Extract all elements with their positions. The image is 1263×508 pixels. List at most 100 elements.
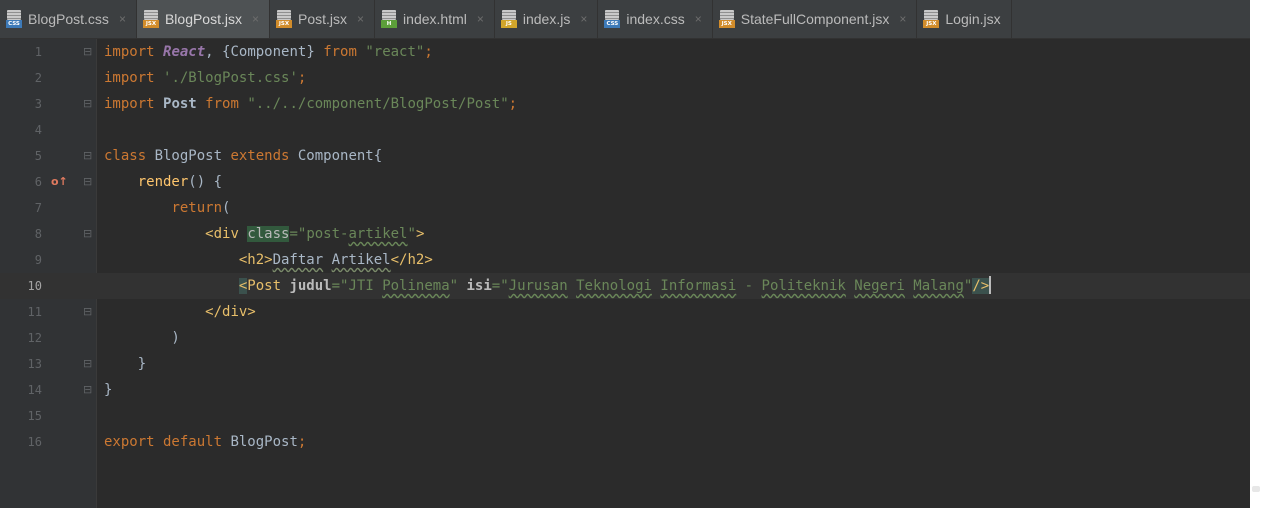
code-text: import React, {Component} from "react";	[104, 39, 433, 65]
code-token: Politeknik	[761, 278, 846, 294]
tab-label: index.html	[403, 11, 467, 27]
fold-icon[interactable]: ⊟	[83, 39, 92, 65]
code-token: "	[449, 278, 467, 294]
tab-label: index.css	[626, 11, 685, 27]
code-line[interactable]: 12 )	[0, 325, 1250, 351]
code-token: </h2>	[390, 252, 433, 268]
close-icon[interactable]: ×	[119, 12, 126, 26]
code-token: './BlogPost.css'	[163, 70, 298, 86]
code-token: )	[104, 330, 180, 346]
tab-label: BlogPost.css	[28, 11, 109, 27]
fold-icon[interactable]: ⊟	[83, 351, 92, 377]
file-type-icon: JS	[500, 10, 517, 28]
code-line[interactable]: 2 import './BlogPost.css';	[0, 65, 1250, 91]
code-token: ;	[297, 434, 307, 450]
fold-icon[interactable]: ⊟	[83, 91, 92, 117]
code-editor[interactable]: 1 ⊟ import React, {Component} from "react"…	[0, 39, 1250, 508]
tab-label: BlogPost.jsx	[164, 11, 242, 27]
code-line[interactable]: 14 ⊟}	[0, 377, 1250, 403]
code-token: />	[972, 278, 990, 294]
code-token: return	[171, 200, 223, 216]
code-token: Informasi	[660, 278, 737, 294]
code-text: <div class="post-artikel">	[104, 221, 424, 247]
close-icon[interactable]: ×	[695, 12, 702, 26]
code-line[interactable]: 10 <Post judul="JTI Polinema" isi="Jurus…	[0, 273, 1250, 299]
code-line[interactable]: 16 export default BlogPost;	[0, 429, 1250, 455]
code-token: ="JTI	[331, 278, 383, 294]
code-token: judul	[289, 278, 332, 294]
fold-icon[interactable]: ⊟	[83, 221, 92, 247]
tab-login-jsx[interactable]: JSX Login.jsx	[917, 0, 1012, 38]
code-text: <h2>Daftar Artikel</h2>	[104, 247, 433, 273]
code-line[interactable]: 6 o↑ ⊟ render() {	[0, 169, 1250, 195]
code-token: }	[104, 356, 147, 372]
file-type-icon: H	[381, 10, 398, 28]
code-line[interactable]: 15	[0, 403, 1250, 429]
fold-icon[interactable]: ⊟	[83, 377, 92, 403]
code-text: }	[104, 351, 146, 377]
line-number: 12	[27, 331, 42, 345]
code-token: "../../component/BlogPost/Post"	[247, 96, 509, 112]
code-line[interactable]: 5 ⊟ class BlogPost extends Component{	[0, 143, 1250, 169]
tab-index-css[interactable]: CSS index.css ×	[598, 0, 713, 38]
code-line[interactable]: 11 ⊟ </div>	[0, 299, 1250, 325]
code-token: () {	[188, 174, 223, 190]
fold-icon[interactable]: ⊟	[83, 169, 92, 195]
code-token: from	[205, 96, 248, 112]
code-line[interactable]: 3 ⊟ import Post from "../../component/Blog…	[0, 91, 1250, 117]
line-number: 7	[34, 201, 42, 215]
tab-statefullcomponent-jsx[interactable]: JSX StateFullComponent.jsx ×	[713, 0, 918, 38]
tab-blogpost-css[interactable]: CSS BlogPost.css ×	[0, 0, 137, 38]
tab-post-jsx[interactable]: JSX Post.jsx ×	[270, 0, 376, 38]
line-number: 4	[34, 123, 42, 137]
file-type-icon: JSX	[923, 10, 940, 28]
editor-tab-bar: CSS BlogPost.css × JSX BlogPost.jsx × JSX Post.…	[0, 0, 1250, 39]
code-token: React	[163, 44, 206, 60]
close-icon[interactable]: ×	[252, 12, 259, 26]
file-type-icon: JSX	[718, 10, 735, 28]
line-number: 13	[27, 357, 42, 371]
code-line[interactable]: 9 <h2>Daftar Artikel</h2>	[0, 247, 1250, 273]
line-number: 11	[27, 305, 42, 319]
code-line[interactable]: 13 ⊟ }	[0, 351, 1250, 377]
code-token: Post	[163, 96, 206, 112]
code-token: <h2>	[238, 252, 273, 268]
code-text: class BlogPost extends Component{	[104, 143, 382, 169]
close-icon[interactable]: ×	[357, 12, 364, 26]
code-line[interactable]: 1 ⊟ import React, {Component} from "react"…	[0, 39, 1250, 65]
code-token: Jurusan	[508, 278, 568, 294]
fold-icon[interactable]: ⊟	[83, 143, 92, 169]
override-method-icon[interactable]: o↑	[51, 169, 68, 195]
code-token: ="	[491, 278, 509, 294]
code-token: <div	[205, 226, 248, 242]
close-icon[interactable]: ×	[477, 12, 484, 26]
line-number: 10	[27, 279, 42, 293]
line-number: 2	[34, 71, 42, 85]
code-token: "	[407, 226, 416, 242]
code-line[interactable]: 4	[0, 117, 1250, 143]
tab-label: Post.jsx	[298, 11, 348, 27]
code-text: }	[104, 377, 112, 403]
tab-blogpost-jsx[interactable]: JSX BlogPost.jsx ×	[136, 0, 271, 38]
code-token: extends	[230, 148, 298, 164]
code-token: -	[736, 278, 762, 294]
close-icon[interactable]: ×	[580, 12, 587, 26]
code-text: return(	[104, 195, 230, 221]
close-icon[interactable]: ×	[899, 12, 906, 26]
code-token: }	[104, 382, 113, 398]
code-text: <Post judul="JTI Polinema" isi="Jurusan …	[104, 273, 992, 299]
code-token: Teknologi	[576, 278, 652, 294]
code-text: </div>	[104, 299, 256, 325]
tab-index-js[interactable]: JS index.js ×	[495, 0, 599, 38]
code-line[interactable]: 8 ⊟ <div class="post-artikel">	[0, 221, 1250, 247]
fold-icon[interactable]: ⊟	[83, 299, 92, 325]
code-token: isi	[466, 278, 492, 294]
code-line[interactable]: 7 return(	[0, 195, 1250, 221]
code-token: class	[104, 148, 155, 164]
line-number: 16	[27, 435, 42, 449]
tab-index-html[interactable]: Hindex.html ×	[375, 0, 495, 38]
code-token: export default	[104, 434, 231, 450]
code-token: Artikel	[331, 252, 391, 268]
